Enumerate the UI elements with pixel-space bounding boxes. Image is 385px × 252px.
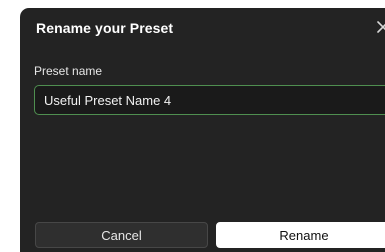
cancel-button[interactable]: Cancel <box>35 222 208 248</box>
rename-preset-dialog: Rename your Preset Preset name Cancel Re… <box>20 8 385 252</box>
preset-name-label: Preset name <box>34 64 103 78</box>
dialog-title: Rename your Preset <box>36 20 174 36</box>
preset-name-input[interactable] <box>34 85 385 115</box>
rename-button[interactable]: Rename <box>216 222 385 248</box>
close-icon[interactable] <box>376 20 385 34</box>
